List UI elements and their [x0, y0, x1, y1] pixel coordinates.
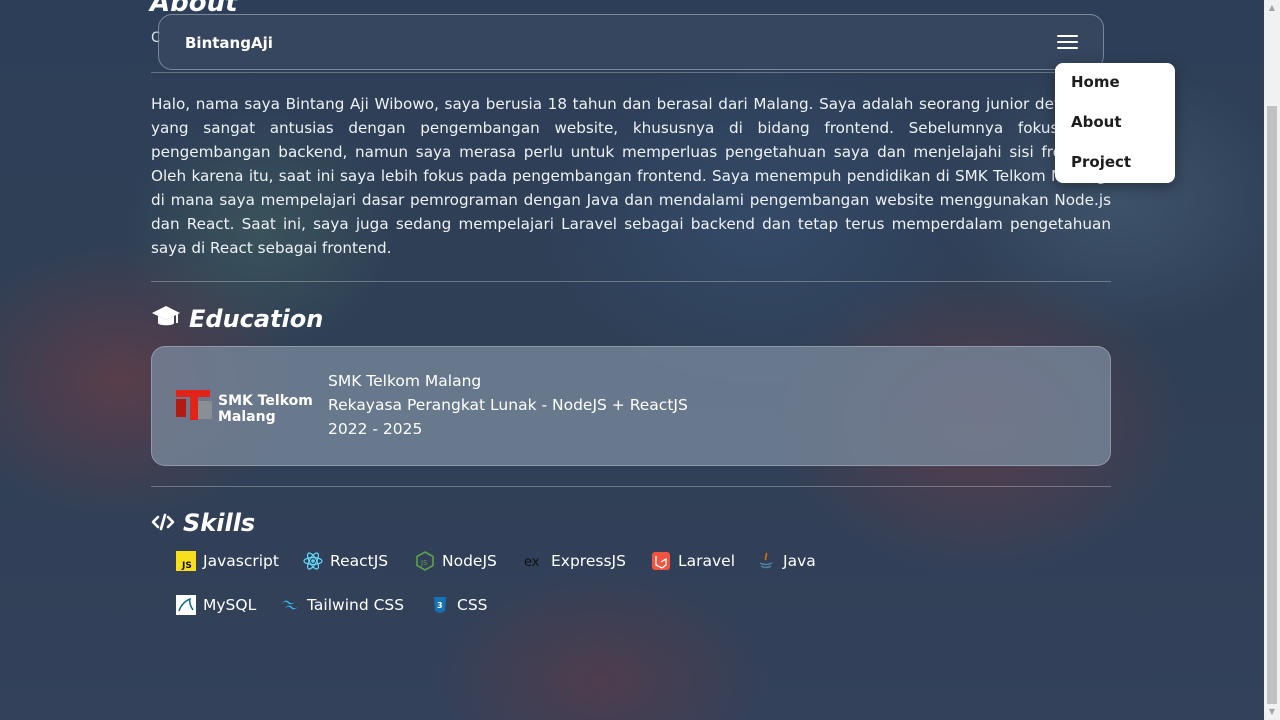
education-card: SMK Telkom Malang SMK Telkom Malang Reka…: [151, 346, 1111, 466]
skill-css: 3 CSS: [430, 595, 488, 617]
school-years: 2022 - 2025: [328, 420, 423, 438]
javascript-icon: JS: [176, 551, 196, 571]
divider: [151, 281, 1111, 282]
page-scrollbar[interactable]: ▲ ▼: [1264, 0, 1280, 720]
scroll-down-icon[interactable]: ▼: [1264, 704, 1280, 720]
education-title: Education: [151, 304, 323, 336]
school-major: Rekayasa Perangkat Lunak - NodeJS + Reac…: [328, 396, 688, 414]
tailwind-icon: [280, 595, 300, 615]
hamburger-menu-icon[interactable]: [1057, 35, 1078, 50]
svg-text:SMK Telkom: SMK Telkom: [218, 393, 313, 409]
express-icon: ex: [524, 551, 544, 571]
react-icon: [303, 551, 323, 571]
skill-javascript: JS Javascript: [176, 551, 279, 573]
smk-telkom-logo: SMK Telkom Malang: [176, 387, 316, 425]
skills-title: Skills: [151, 509, 255, 538]
school-name: SMK Telkom Malang: [328, 372, 482, 390]
skills-title-label: Skills: [183, 509, 256, 537]
skill-tailwind-css: Tailwind CSS: [280, 595, 404, 617]
divider: [151, 72, 1111, 73]
nodejs-icon: JS: [415, 551, 435, 571]
svg-text:ex: ex: [524, 555, 540, 570]
svg-text:JS: JS: [420, 559, 428, 567]
skill-mysql: MySQL: [176, 595, 256, 617]
menu-item-project[interactable]: Project: [1071, 153, 1131, 171]
about-paragraph: Halo, nama saya Bintang Aji Wibowo, saya…: [151, 95, 1111, 257]
css-icon: 3: [430, 595, 450, 615]
scrollbar-thumb[interactable]: [1267, 106, 1277, 704]
navbar: BintangAji: [158, 14, 1104, 70]
graduation-cap-icon: [151, 304, 181, 336]
education-title-label: Education: [189, 305, 324, 333]
scroll-up-icon[interactable]: ▲: [1264, 0, 1280, 16]
svg-text:3: 3: [437, 601, 443, 610]
laravel-icon: [651, 551, 671, 571]
menu-item-about[interactable]: About: [1071, 113, 1122, 131]
code-icon: [151, 510, 175, 538]
menu-item-home[interactable]: Home: [1071, 73, 1120, 91]
skill-laravel: Laravel: [651, 551, 735, 573]
java-icon: [756, 551, 776, 571]
mysql-icon: [176, 595, 196, 615]
skill-reactjs: ReactJS: [303, 551, 388, 573]
divider: [151, 486, 1111, 487]
skill-expressjs: ex ExpressJS: [524, 551, 626, 571]
brand-logo[interactable]: BintangAji: [185, 34, 273, 52]
svg-text:Malang: Malang: [218, 409, 276, 425]
nav-dropdown-menu: Home About Project: [1055, 63, 1175, 183]
skill-java: Java: [756, 551, 816, 573]
skill-nodejs: JS NodeJS: [415, 551, 497, 573]
svg-text:JS: JS: [181, 561, 192, 571]
